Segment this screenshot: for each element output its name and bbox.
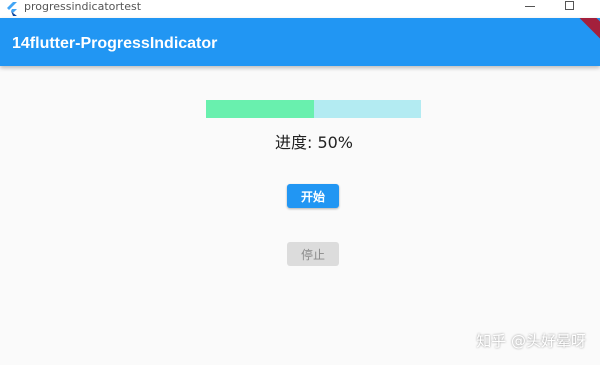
app-title: 14flutter-ProgressIndicator (12, 35, 218, 52)
debug-banner (566, 18, 600, 48)
progress-label: 进度: 50% (274, 133, 354, 152)
watermark: 知乎 @头好晕呀 (476, 332, 586, 350)
app-bar: 14flutter-ProgressIndicator (0, 18, 600, 66)
window-titlebar: progressindicatortest (0, 0, 600, 18)
maximize-icon[interactable] (555, 0, 585, 18)
start-button[interactable]: 开始 (287, 184, 339, 208)
window-title: progressindicatortest (24, 0, 142, 13)
minimize-icon[interactable] (515, 0, 545, 18)
flutter-logo-icon (7, 2, 17, 16)
progress-bar-fill (206, 100, 314, 118)
stop-button[interactable]: 停止 (287, 242, 339, 266)
progress-bar (206, 100, 421, 118)
